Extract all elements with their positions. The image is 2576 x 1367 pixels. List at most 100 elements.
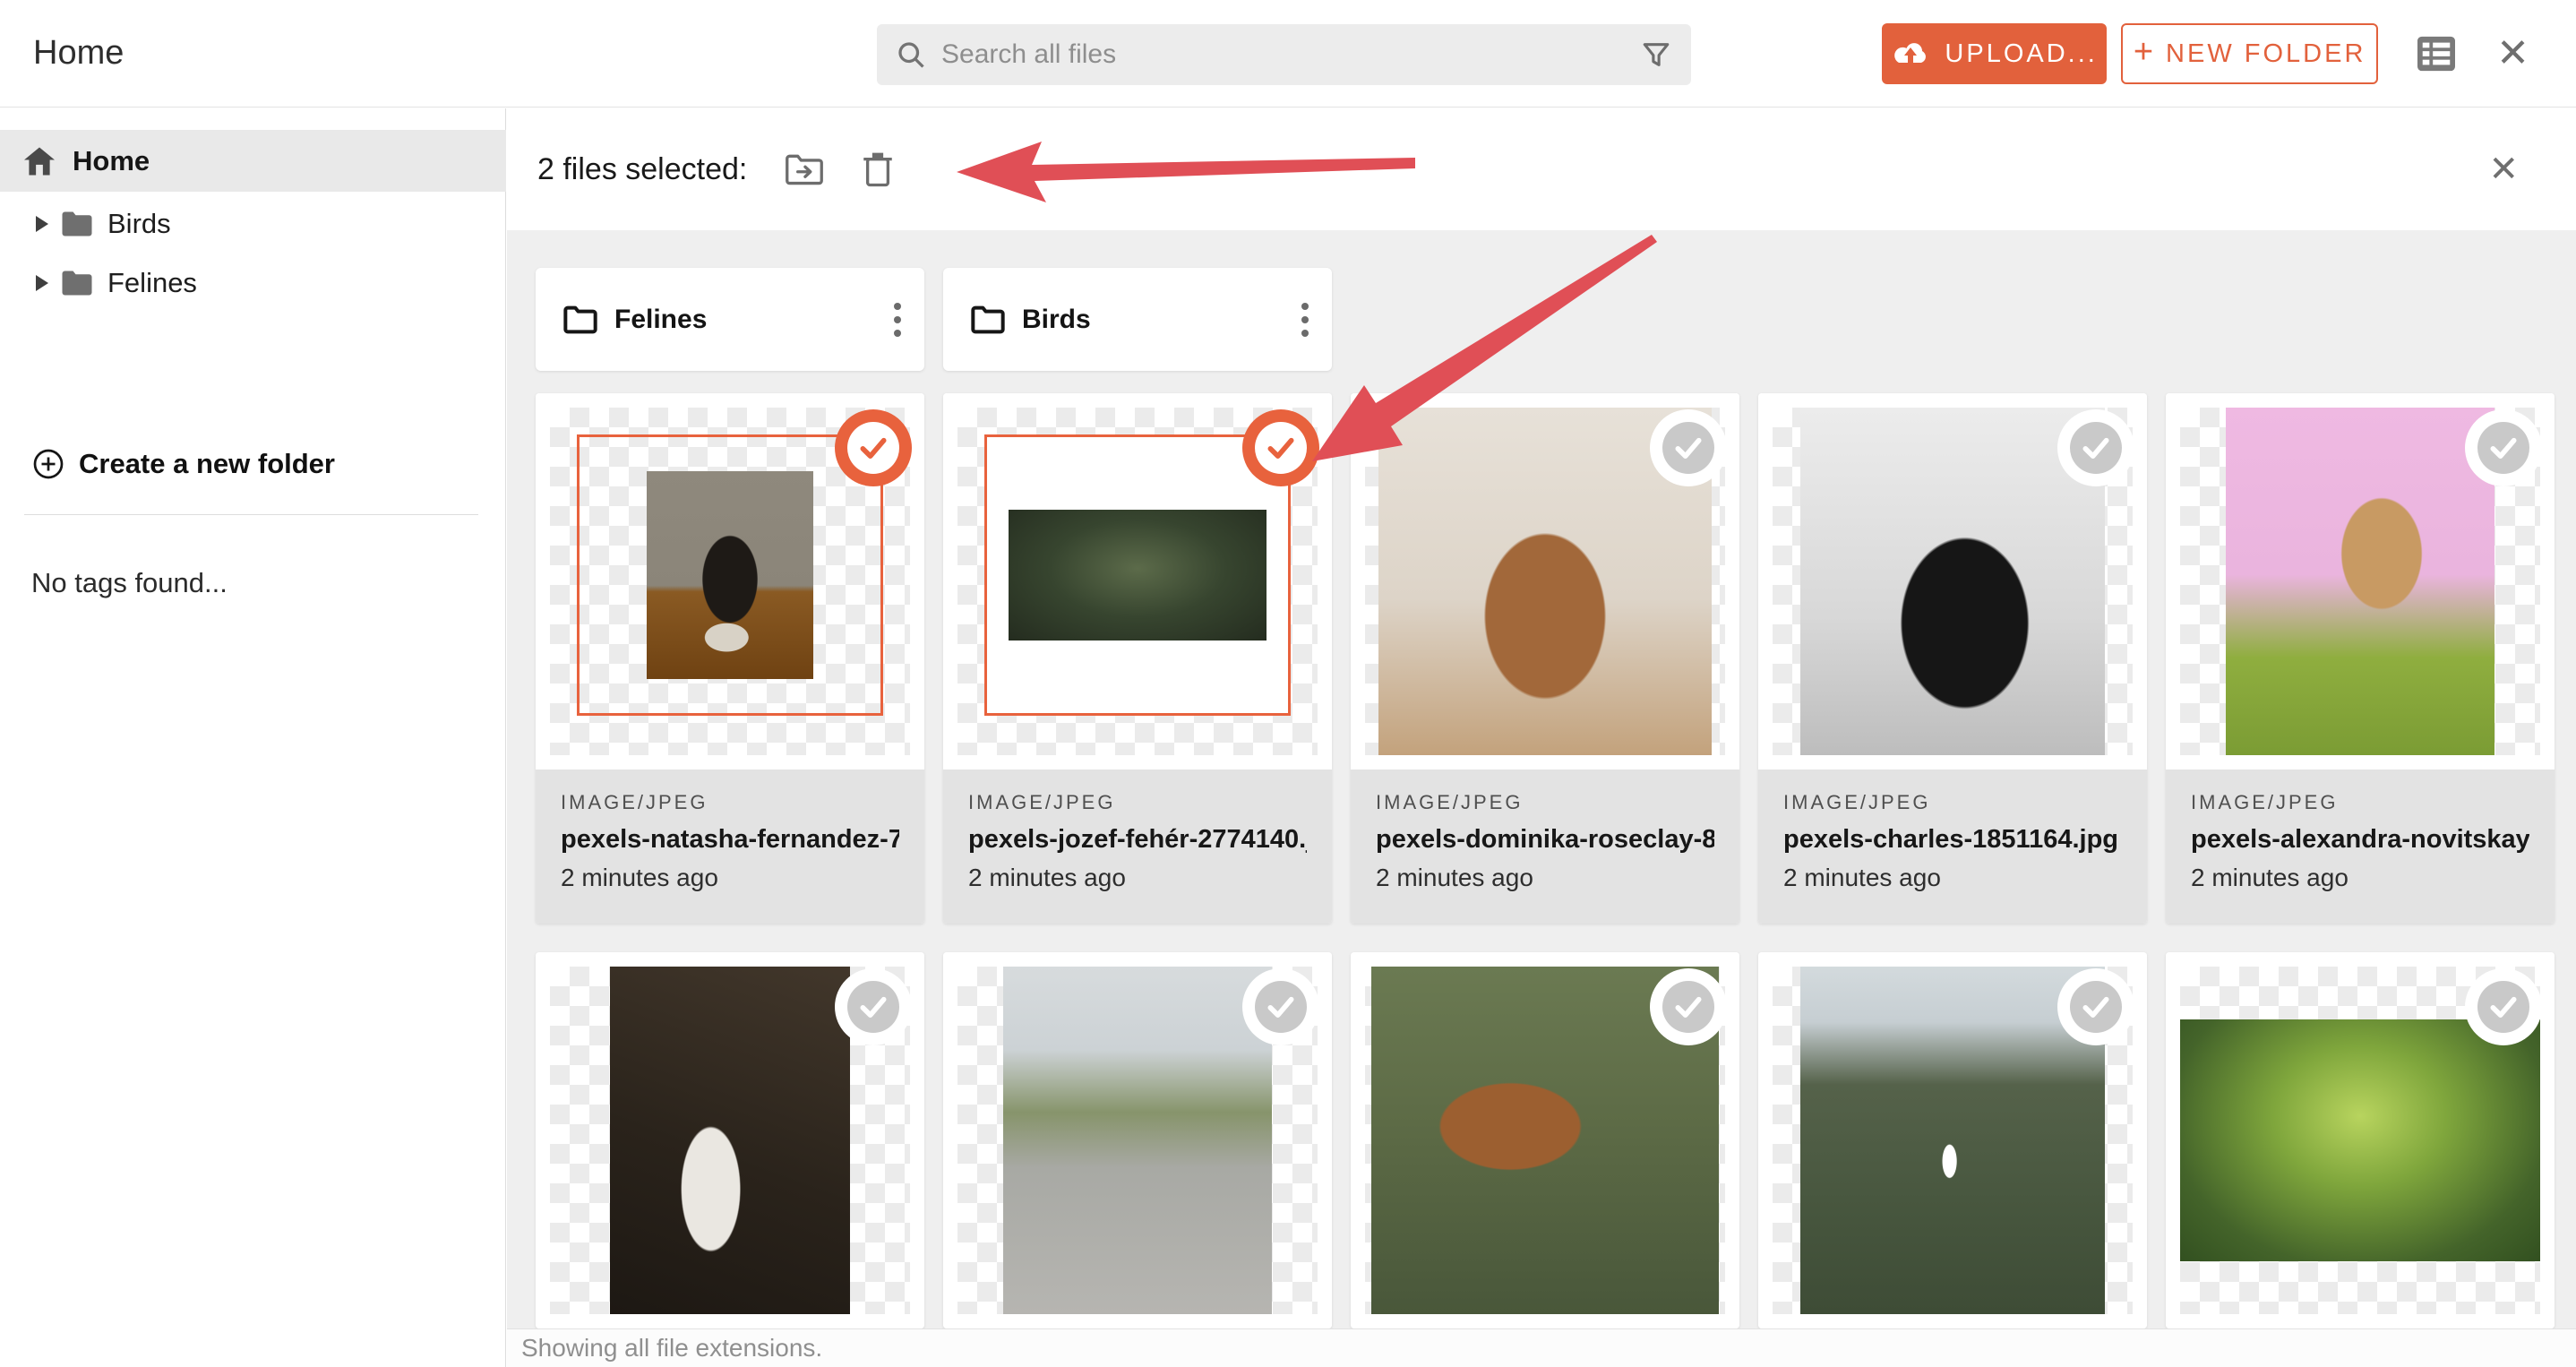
file-thumbnail-area[interactable] [536, 952, 924, 1328]
home-icon [24, 147, 55, 175]
file-time-label: 2 minutes ago [968, 864, 1126, 891]
delete-selected-button[interactable] [862, 150, 894, 188]
file-time-label: 2 minutes ago [2191, 864, 2348, 891]
create-folder-label: Create a new folder [79, 448, 335, 479]
search-input[interactable] [941, 39, 1623, 70]
unselected-checkmark-badge[interactable] [1650, 409, 1727, 486]
checkmark-icon [2070, 981, 2122, 1033]
checkmark-icon [1662, 422, 1714, 474]
circle-plus-icon [33, 449, 64, 479]
checkmark-icon [847, 422, 899, 474]
status-text: Showing all file extensions. [521, 1334, 823, 1362]
upload-button-label: UPLOAD... [1945, 39, 2098, 68]
file-thumbnail-area[interactable] [2166, 393, 2555, 769]
file-card[interactable]: IMAGE/JPEG pexels-alexandra-novitskaya-2.… [2166, 393, 2555, 924]
caret-right-icon[interactable] [36, 275, 48, 291]
unselected-checkmark-badge[interactable] [1650, 968, 1727, 1045]
unselected-checkmark-badge[interactable] [2465, 409, 2542, 486]
file-thumbnail-area[interactable] [943, 393, 1332, 769]
file-type-label: IMAGE/JPEG [968, 791, 1116, 813]
unselected-checkmark-badge[interactable] [1242, 968, 1319, 1045]
create-folder-button[interactable]: Create a new folder [0, 433, 506, 495]
file-card[interactable] [943, 952, 1332, 1328]
sidebar-home-label: Home [73, 144, 150, 176]
file-time-label: 2 minutes ago [561, 864, 718, 891]
selection-count-text: 2 files selected: [537, 151, 748, 186]
file-card-footer: IMAGE/JPEG pexels-alexandra-novitskaya-2.… [2166, 769, 2555, 924]
seagulls-on-railing-photo [610, 967, 850, 1314]
no-tags-text: No tags found... [31, 567, 228, 598]
checkmark-icon [847, 981, 899, 1033]
unselected-checkmark-badge[interactable] [835, 968, 912, 1045]
close-icon[interactable]: ✕ [2496, 34, 2529, 73]
file-type-label: IMAGE/JPEG [1376, 791, 1524, 813]
filter-funnel-icon[interactable] [1641, 39, 1671, 70]
file-name-label: pexels-dominika-roseclay-8952... [1376, 825, 1714, 854]
caret-right-icon[interactable] [36, 216, 48, 232]
sidebar-divider [24, 514, 478, 515]
folder-menu-kebab-icon[interactable] [894, 302, 901, 337]
clear-selection-close-icon[interactable]: ✕ [2488, 151, 2519, 187]
file-card[interactable]: IMAGE/JPEG pexels-jozef-fehér-2774140.jpg… [943, 393, 1332, 924]
new-folder-button[interactable]: + NEW FOLDER [2121, 23, 2379, 84]
checkmark-icon [1255, 422, 1307, 474]
folder-card-felines[interactable]: Felines [536, 268, 924, 371]
file-card[interactable] [1758, 952, 2147, 1328]
file-card-footer: IMAGE/JPEG pexels-natasha-fernandez-733..… [536, 769, 924, 924]
file-type-label: IMAGE/JPEG [1783, 791, 1931, 813]
sidebar: Home Birds Felines Create a new folder No… [0, 108, 506, 1367]
file-card[interactable]: IMAGE/JPEG pexels-dominika-roseclay-8952.… [1351, 393, 1739, 924]
list-view-toggle[interactable] [2416, 35, 2457, 73]
geese-on-road-photo [1003, 967, 1272, 1314]
selection-outline [577, 434, 883, 716]
move-to-folder-icon [786, 154, 824, 185]
dog-with-party-hat-photo [647, 471, 813, 679]
folder-card-label: Felines [614, 304, 708, 334]
file-card-footer: IMAGE/JPEG pexels-charles-1851164.jpg 2 mi… [1758, 769, 2147, 924]
sidebar-folder-birds[interactable]: Birds [0, 194, 506, 254]
file-name-label: pexels-jozef-fehér-2774140.jpg [968, 825, 1307, 854]
rabbits-in-grass-photo [2180, 1019, 2540, 1261]
file-thumbnail-area[interactable] [943, 952, 1332, 1328]
selection-outline [984, 434, 1291, 716]
trash-icon [863, 152, 893, 187]
sidebar-folder-felines[interactable]: Felines [0, 254, 506, 313]
file-card-footer: IMAGE/JPEG pexels-dominika-roseclay-8952.… [1351, 769, 1739, 924]
dog-swimming-with-stick-photo [1009, 510, 1267, 641]
file-card[interactable]: IMAGE/JPEG pexels-natasha-fernandez-733..… [536, 393, 924, 924]
sidebar-item-home[interactable]: Home [0, 130, 506, 192]
unselected-checkmark-badge[interactable] [2465, 968, 2542, 1045]
file-thumbnail-area[interactable] [2166, 952, 2555, 1328]
move-to-folder-button[interactable] [785, 152, 824, 186]
selection-toolbar: 2 files selected: ✕ [507, 108, 2576, 230]
file-name-label: pexels-alexandra-novitskaya-2... [2191, 825, 2529, 854]
folder-card-label: Birds [1022, 304, 1091, 334]
folder-chips-row: Felines Birds [536, 268, 1332, 371]
file-thumbnail-area[interactable] [1758, 952, 2147, 1328]
file-thumbnail-area[interactable] [1758, 393, 2147, 769]
file-card[interactable]: IMAGE/JPEG pexels-charles-1851164.jpg 2 mi… [1758, 393, 2147, 924]
file-thumbnail-area[interactable] [1351, 952, 1739, 1328]
dog-green-fur-pink-background-photo [2226, 408, 2494, 755]
files-content-area: Felines Birds IMAGE/JPEG pexels-natasha-fe… [507, 231, 2576, 1328]
cloud-upload-icon [1894, 43, 1927, 63]
file-card[interactable] [1351, 952, 1739, 1328]
file-time-label: 2 minutes ago [1783, 864, 1941, 891]
unselected-checkmark-badge[interactable] [2057, 409, 2134, 486]
file-thumbnail-area[interactable] [536, 393, 924, 769]
upload-button[interactable]: UPLOAD... [1882, 23, 2108, 84]
folder-tree: Birds Felines [0, 194, 506, 313]
selected-checkmark-badge[interactable] [835, 409, 912, 486]
folder-menu-kebab-icon[interactable] [1301, 302, 1309, 337]
search-bar[interactable] [877, 24, 1691, 85]
file-card[interactable] [2166, 952, 2555, 1328]
file-card[interactable] [536, 952, 924, 1328]
file-name-label: pexels-natasha-fernandez-733... [561, 825, 899, 854]
selected-checkmark-badge[interactable] [1242, 409, 1319, 486]
file-name-label: pexels-charles-1851164.jpg [1783, 825, 2119, 854]
sidebar-folder-label: Birds [107, 208, 171, 239]
unselected-checkmark-badge[interactable] [2057, 968, 2134, 1045]
file-thumbnail-area[interactable] [1351, 393, 1739, 769]
checkmark-icon [1255, 981, 1307, 1033]
folder-card-birds[interactable]: Birds [943, 268, 1332, 371]
